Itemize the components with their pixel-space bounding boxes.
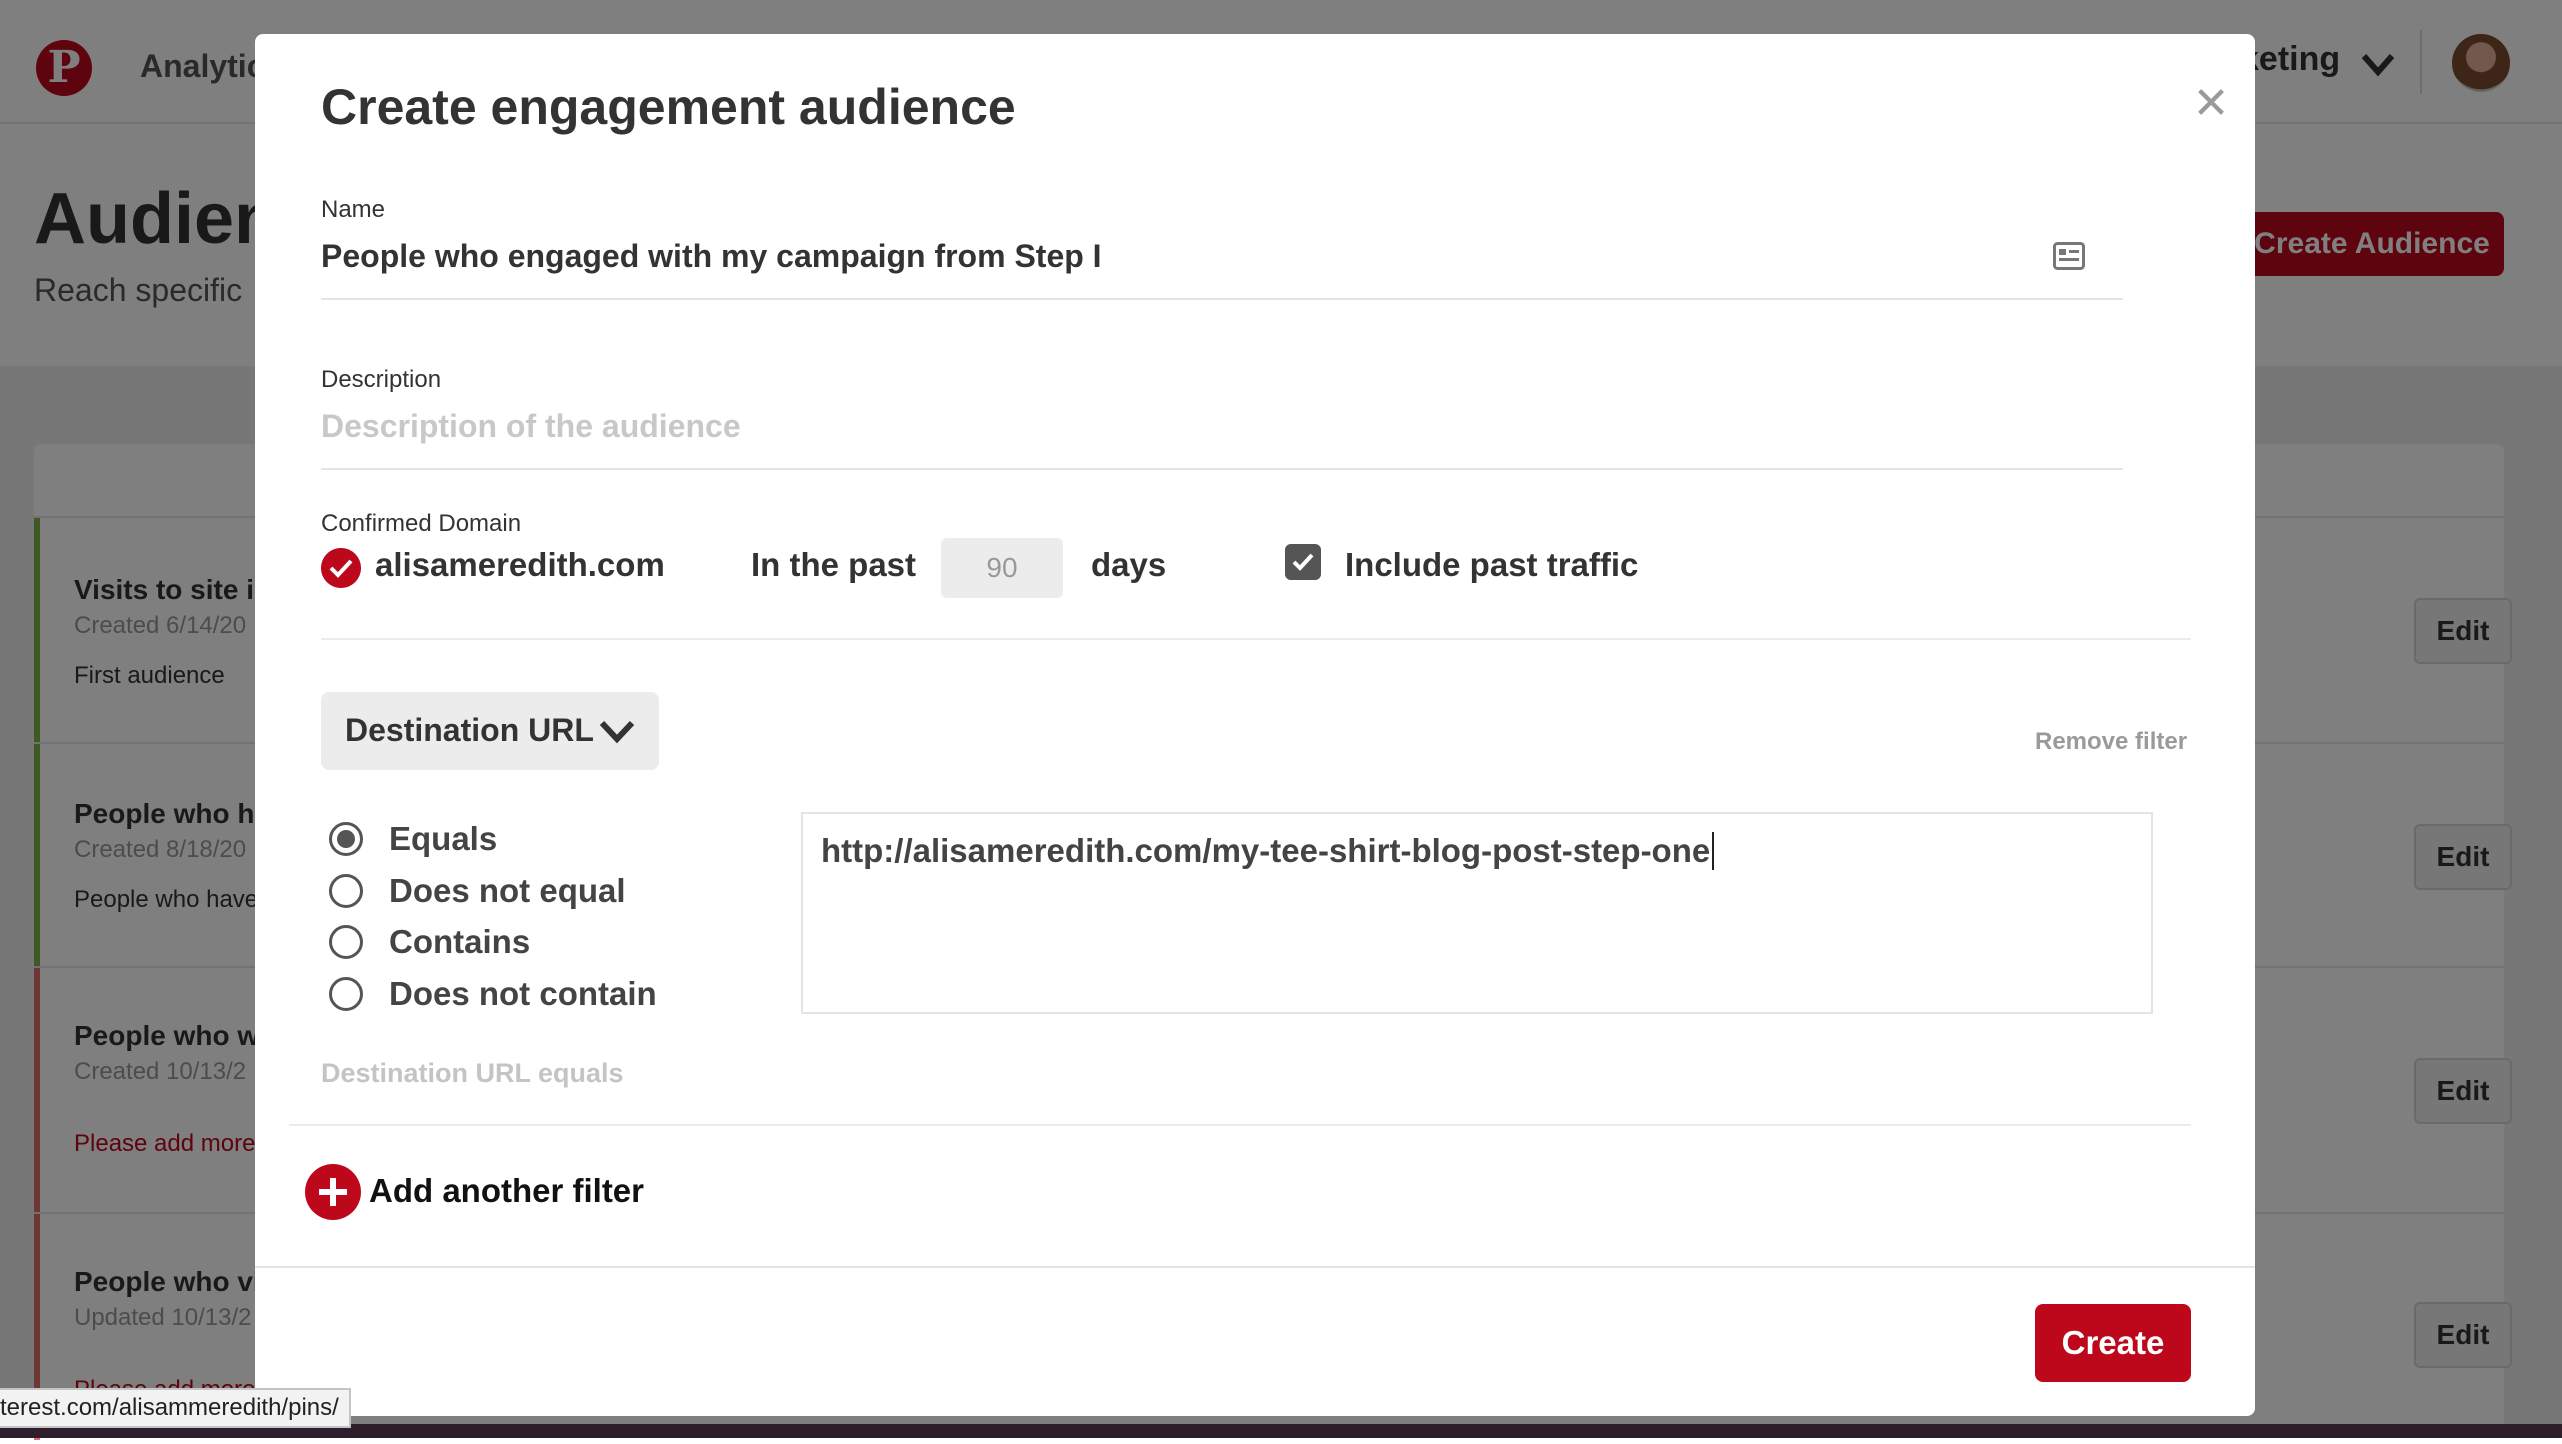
status-bar-url: terest.com/alisammeredith/pins/ bbox=[0, 1388, 351, 1428]
radio-contains[interactable] bbox=[329, 925, 363, 959]
include-past-traffic-checkbox[interactable] bbox=[1285, 544, 1321, 580]
name-field[interactable]: People who engaged with my campaign from… bbox=[321, 238, 1102, 275]
description-underline bbox=[321, 468, 2123, 470]
name-label: Name bbox=[321, 196, 386, 223]
add-another-filter-button[interactable]: Add another filter bbox=[369, 1172, 644, 1210]
in-the-past-label: In the past bbox=[751, 546, 917, 583]
radio-does-not-contain[interactable] bbox=[329, 977, 363, 1011]
footer-divider bbox=[255, 1266, 2255, 1268]
section-divider bbox=[321, 638, 2191, 640]
radio-equals[interactable] bbox=[329, 822, 363, 856]
create-engagement-audience-modal: Create engagement audience ✕ Name People… bbox=[255, 34, 2255, 1416]
confirmed-domain-label: Confirmed Domain bbox=[321, 510, 522, 537]
close-icon[interactable]: ✕ bbox=[2187, 80, 2235, 128]
description-field[interactable]: Description of the audience bbox=[321, 408, 741, 445]
days-label: days bbox=[1091, 546, 1167, 583]
add-icon[interactable] bbox=[305, 1164, 361, 1220]
description-label: Description bbox=[321, 366, 442, 393]
radio-label-does-not-contain[interactable]: Does not contain bbox=[389, 975, 657, 1013]
destination-url-dropdown[interactable]: Destination URL bbox=[321, 692, 659, 770]
contact-card-icon[interactable] bbox=[2053, 242, 2085, 270]
radio-label-equals[interactable]: Equals bbox=[389, 820, 497, 858]
destination-url-value: http://alisameredith.com/my-tee-shirt-bl… bbox=[821, 832, 1714, 870]
verified-check-icon bbox=[321, 548, 361, 588]
filter-summary-hint: Destination URL equals bbox=[321, 1058, 624, 1088]
name-underline bbox=[321, 298, 2123, 300]
radio-label-does-not-equal[interactable]: Does not equal bbox=[389, 872, 626, 910]
include-past-traffic-label[interactable]: Include past traffic bbox=[1345, 546, 1638, 584]
radio-does-not-equal[interactable] bbox=[329, 874, 363, 908]
days-input[interactable]: 90 bbox=[941, 538, 1063, 598]
bottom-strip bbox=[0, 1424, 2562, 1438]
section-divider bbox=[289, 1124, 2191, 1126]
chevron-down-icon bbox=[599, 720, 635, 744]
destination-url-input[interactable]: http://alisameredith.com/my-tee-shirt-bl… bbox=[801, 812, 2153, 1014]
dropdown-label: Destination URL bbox=[345, 712, 594, 748]
radio-label-contains[interactable]: Contains bbox=[389, 923, 530, 961]
remove-filter-link[interactable]: Remove filter bbox=[2035, 728, 2187, 756]
create-button[interactable]: Create bbox=[2035, 1304, 2191, 1382]
modal-title: Create engagement audience bbox=[321, 79, 1016, 135]
confirmed-domain-value: alisameredith.com bbox=[375, 546, 665, 583]
